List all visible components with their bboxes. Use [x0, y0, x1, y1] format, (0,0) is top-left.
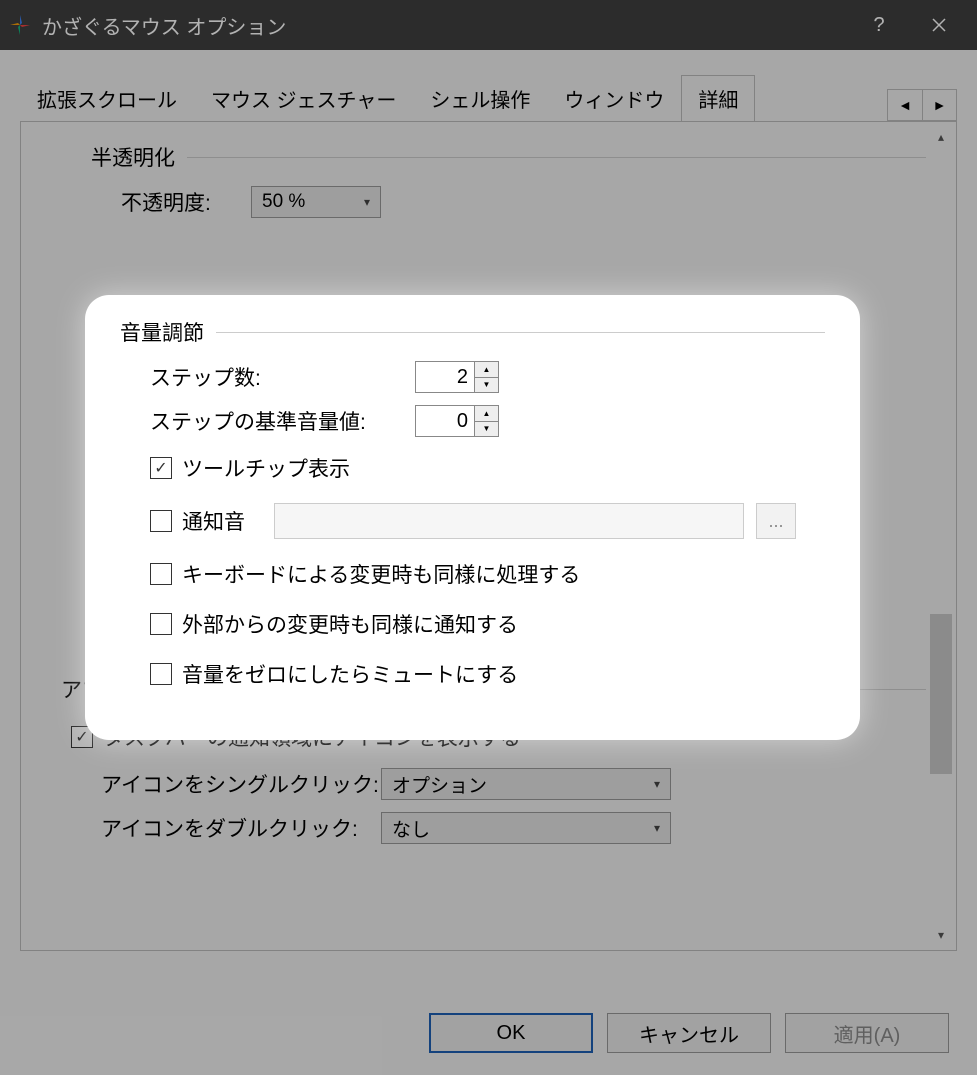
tab-gesture[interactable]: マウス ジェスチャー — [194, 75, 413, 122]
sound-checkbox[interactable] — [150, 510, 172, 532]
app-icon — [8, 13, 32, 37]
double-click-combo[interactable]: なし ▾ — [381, 812, 671, 844]
steps-input[interactable] — [415, 361, 475, 393]
volume-group: 音量調節 ステップ数: ▲ ▼ ステップの基準音量値: ▲ ▼ ✓ ツールチップ… — [85, 295, 860, 740]
tab-nav-right[interactable]: ► — [922, 90, 956, 120]
external-checkbox[interactable] — [150, 613, 172, 635]
keyboard-checkbox[interactable] — [150, 563, 172, 585]
base-up-icon[interactable]: ▲ — [475, 406, 498, 421]
transparency-legend: 半透明化 — [91, 142, 187, 172]
single-click-combo[interactable]: オプション ▾ — [381, 768, 671, 800]
help-button[interactable]: ? — [849, 0, 909, 50]
cancel-button[interactable]: キャンセル — [607, 1013, 771, 1053]
chevron-down-icon: ▾ — [364, 195, 370, 209]
base-label: ステップの基準音量値: — [150, 406, 415, 436]
titlebar: かざぐるマウス オプション ? — [0, 0, 977, 50]
steps-up-icon[interactable]: ▲ — [475, 362, 498, 377]
double-click-label: アイコンをダブルクリック: — [101, 813, 381, 843]
tab-window[interactable]: ウィンドウ — [547, 75, 681, 122]
volume-legend: 音量調節 — [120, 317, 216, 347]
sound-label: 通知音 — [182, 506, 262, 536]
zero-mute-checkbox[interactable] — [150, 663, 172, 685]
chevron-down-icon: ▾ — [654, 821, 660, 835]
tab-shell[interactable]: シェル操作 — [413, 75, 547, 122]
tab-nav: ◄ ► — [887, 89, 957, 121]
single-click-label: アイコンをシングルクリック: — [101, 769, 381, 799]
zero-mute-label: 音量をゼロにしたらミュートにする — [182, 659, 518, 689]
base-spinner[interactable]: ▲ ▼ — [415, 405, 499, 437]
divider — [187, 157, 926, 158]
opacity-label: 不透明度: — [121, 187, 251, 217]
tooltip-label: ツールチップ表示 — [182, 453, 350, 483]
ok-button[interactable]: OK — [429, 1013, 593, 1053]
base-down-icon[interactable]: ▼ — [475, 421, 498, 437]
transparency-group: 半透明化 不透明度: 50 % ▾ — [91, 142, 926, 224]
divider — [216, 332, 825, 333]
browse-button[interactable]: ... — [756, 503, 796, 539]
opacity-combo[interactable]: 50 % ▾ — [251, 186, 381, 218]
double-click-value: なし — [392, 815, 430, 842]
tab-scroll[interactable]: 拡張スクロール — [20, 75, 194, 122]
steps-label: ステップ数: — [150, 362, 415, 392]
scrollbar[interactable]: ▴ ▾ — [928, 124, 954, 948]
sound-path-input[interactable] — [274, 503, 744, 539]
tab-nav-left[interactable]: ◄ — [888, 90, 922, 120]
scroll-up-icon[interactable]: ▴ — [928, 124, 954, 150]
steps-down-icon[interactable]: ▼ — [475, 377, 498, 393]
keyboard-label: キーボードによる変更時も同様に処理する — [182, 559, 580, 589]
scroll-down-icon[interactable]: ▾ — [928, 922, 954, 948]
steps-spinner[interactable]: ▲ ▼ — [415, 361, 499, 393]
base-input[interactable] — [415, 405, 475, 437]
scroll-thumb[interactable] — [930, 614, 952, 774]
tabs-row: 拡張スクロール マウス ジェスチャー シェル操作 ウィンドウ 詳細 ◄ ► — [20, 80, 957, 122]
single-click-value: オプション — [392, 771, 487, 798]
external-label: 外部からの変更時も同様に通知する — [182, 609, 518, 639]
window-title: かざぐるマウス オプション — [42, 11, 849, 40]
apply-button[interactable]: 適用(A) — [785, 1013, 949, 1053]
close-button[interactable] — [909, 0, 969, 50]
tab-detail[interactable]: 詳細 — [681, 75, 755, 122]
tooltip-checkbox[interactable]: ✓ — [150, 457, 172, 479]
footer-buttons: OK キャンセル 適用(A) — [429, 1013, 949, 1053]
opacity-value: 50 % — [262, 191, 305, 213]
chevron-down-icon: ▾ — [654, 777, 660, 791]
